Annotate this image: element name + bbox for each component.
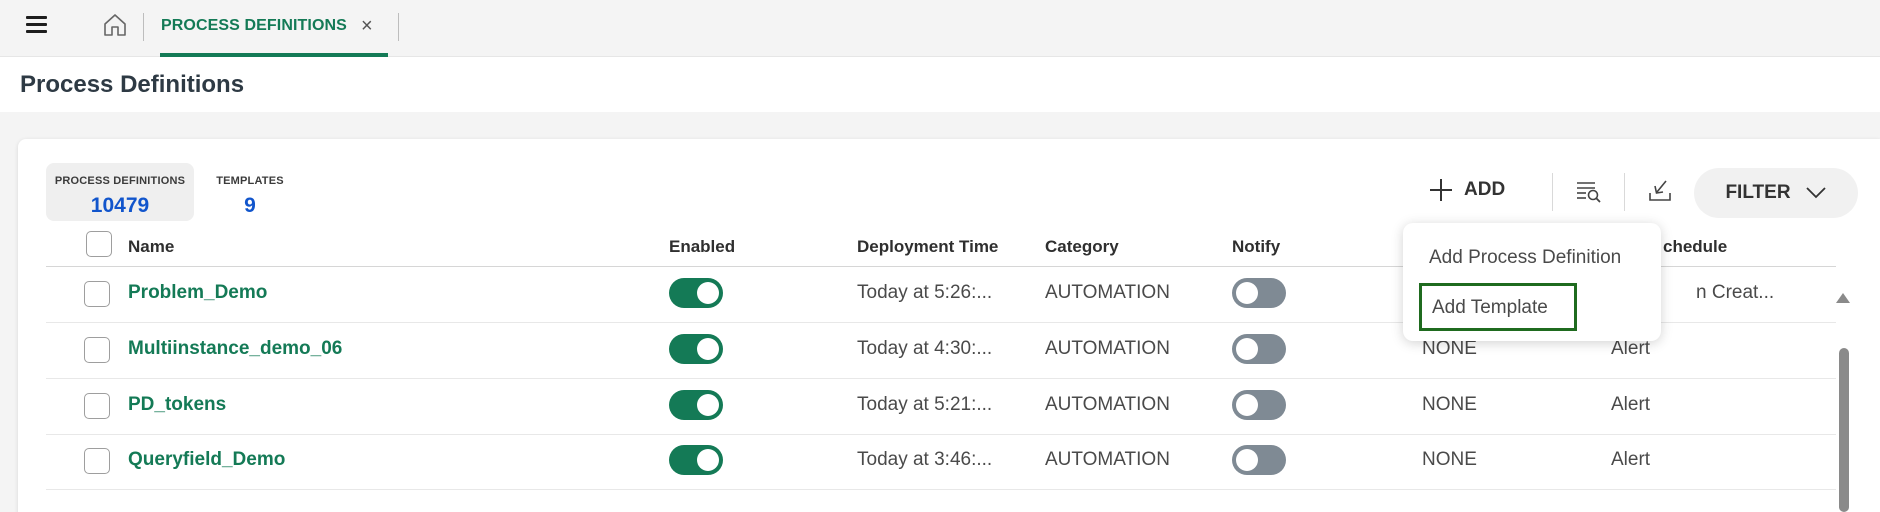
column-header-name[interactable]: Name [128, 237, 174, 257]
stat-value: 10479 [90, 194, 150, 217]
stat-value: 9 [244, 194, 256, 217]
notify-toggle[interactable] [1232, 334, 1286, 364]
top-bar: PROCESS DEFINITIONS × [0, 0, 1880, 57]
download-icon[interactable] [1646, 177, 1674, 205]
stat-templates[interactable]: TEMPLATES 9 [202, 163, 298, 221]
row-name-link[interactable]: PD_tokens [128, 394, 226, 416]
row-schedule: Alert [1611, 449, 1651, 470]
list-search-icon[interactable] [1574, 177, 1602, 205]
row-checkbox[interactable] [84, 393, 110, 419]
row-category: AUTOMATION [1045, 394, 1170, 415]
enabled-toggle[interactable] [669, 390, 723, 420]
menu-item-add-template[interactable]: Add Template [1419, 283, 1577, 331]
table-row[interactable]: PD_tokens Today at 5:21:... AUTOMATION N… [46, 379, 1836, 435]
tab-label: PROCESS DEFINITIONS [161, 17, 347, 34]
table-row[interactable]: Queryfield_Demo Today at 3:46:... AUTOMA… [46, 434, 1836, 490]
column-header-category[interactable]: Category [1045, 237, 1119, 257]
toolbar-separator [1624, 173, 1625, 211]
scroll-up-arrow[interactable] [1836, 293, 1850, 303]
row-deployment-time: Today at 3:46:... [857, 449, 993, 470]
notify-toggle[interactable] [1232, 278, 1286, 308]
close-icon[interactable]: × [361, 16, 373, 36]
vertical-scrollbar-thumb[interactable] [1839, 348, 1849, 512]
column-header-notify[interactable]: Notify [1232, 237, 1280, 257]
row-name-link[interactable]: Multiinstance_demo_06 [128, 338, 342, 360]
row-checkbox[interactable] [84, 281, 110, 307]
row-type: NONE [1422, 449, 1477, 470]
title-band: Process Definitions [0, 57, 1880, 112]
filter-button[interactable]: FILTER [1694, 168, 1858, 218]
page-title: Process Definitions [20, 71, 245, 98]
row-type: NONE [1422, 338, 1477, 359]
filter-button-label: FILTER [1725, 182, 1791, 203]
add-button-label: ADD [1464, 179, 1506, 200]
enabled-toggle[interactable] [669, 445, 723, 475]
row-deployment-time: Today at 5:26:... [857, 282, 993, 303]
notify-toggle[interactable] [1232, 390, 1286, 420]
home-icon[interactable] [102, 12, 128, 38]
row-schedule: n Creat... [1696, 282, 1775, 303]
row-category: AUTOMATION [1045, 449, 1170, 470]
enabled-toggle[interactable] [669, 278, 723, 308]
notify-toggle[interactable] [1232, 445, 1286, 475]
column-header-schedule[interactable]: chedule [1663, 237, 1727, 257]
plus-icon [1430, 179, 1452, 201]
row-name-link[interactable]: Queryfield_Demo [128, 449, 285, 471]
row-schedule: Alert [1611, 394, 1651, 415]
chevron-down-icon [1805, 187, 1826, 199]
row-category: AUTOMATION [1045, 338, 1170, 359]
row-checkbox[interactable] [84, 448, 110, 474]
tab-separator [398, 13, 399, 41]
stat-process-definitions[interactable]: PROCESS DEFINITIONS 10479 [46, 163, 194, 221]
row-checkbox[interactable] [84, 337, 110, 363]
row-schedule: Alert [1611, 338, 1651, 359]
column-header-enabled[interactable]: Enabled [669, 237, 735, 257]
menu-item-add-process-definition[interactable]: Add Process Definition [1429, 247, 1621, 269]
add-button[interactable]: ADD [1430, 175, 1505, 205]
row-category: AUTOMATION [1045, 282, 1170, 303]
toolbar-separator [1552, 173, 1553, 211]
stat-label: TEMPLATES [216, 175, 284, 187]
stat-label: PROCESS DEFINITIONS [54, 175, 186, 187]
enabled-toggle[interactable] [669, 334, 723, 364]
add-dropdown-menu: Add Process Definition Add Template [1403, 223, 1661, 341]
tab-process-definitions[interactable]: PROCESS DEFINITIONS × [160, 0, 388, 57]
row-deployment-time: Today at 5:21:... [857, 394, 993, 415]
select-all-checkbox[interactable] [86, 231, 112, 257]
tab-separator [143, 13, 144, 41]
hamburger-icon[interactable] [24, 14, 50, 36]
column-header-deployment-time[interactable]: Deployment Time [857, 237, 998, 257]
row-type: NONE [1422, 394, 1477, 415]
row-deployment-time: Today at 4:30:... [857, 338, 993, 359]
row-name-link[interactable]: Problem_Demo [128, 282, 267, 304]
